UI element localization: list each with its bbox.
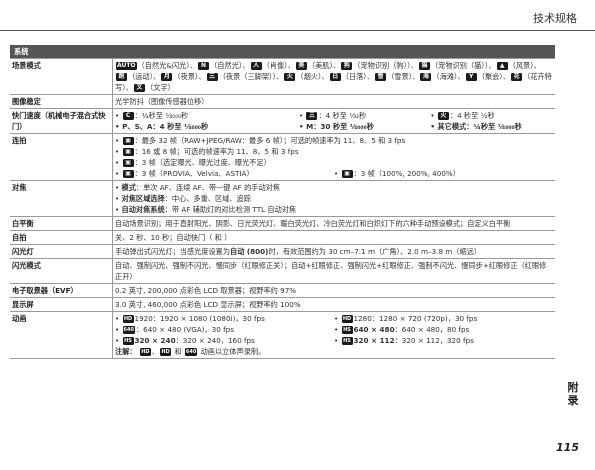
row-shutter: 快门速度（机械电子混合式快门） • C ：¼秒至 ¹⁄₄₀₀₀秒 • 三：4 秒至… xyxy=(10,108,555,134)
row-value: 自动、强制闪光、强制不闪光、慢同步（红眼修正关）；自动+红眼修正、强制闪光+红眼… xyxy=(112,258,555,284)
scene-mode-icon: AUTO xyxy=(116,62,137,70)
fullhd-icon: HD xyxy=(139,348,151,356)
burst-values: • ▣ ：最多 32 帧（RAW+JPEG/RAW：最多 6 帧）；可选的帧速率为… xyxy=(112,133,555,181)
header-rule xyxy=(0,30,595,31)
hd-icon: HD xyxy=(341,315,353,323)
spec-table: 系统 场景模式 AUTO （自然光&闪光）、 N （自然光）、人（肖像）、美（美肌）、… xyxy=(10,45,555,359)
scene-mode-icon: ▲ xyxy=(496,62,508,70)
best-frame-icon: ▣ xyxy=(122,148,134,156)
row-stabilization: 图像稳定 光学防抖（图像传感器位移） xyxy=(10,94,555,109)
row-value: 关、2 秒、10 秒；自动快门（ 和 ） xyxy=(112,230,555,245)
row-label: 自拍 xyxy=(10,230,113,245)
scene-mode-label: （海滩）、 xyxy=(432,72,465,81)
night-tripod-icon: 三 xyxy=(306,112,318,120)
continuous-icon: ▣ xyxy=(122,137,134,145)
scene-mode-label: （夜景）、 xyxy=(173,72,206,81)
row-lcd: 显示屏 3.0 英寸, 460,000 点彩色 LCD 显示屏；视野率约 100… xyxy=(10,297,555,312)
scene-mode-label: （宠物识别（狗））、 xyxy=(353,61,418,70)
scene-mode-icon: 海 xyxy=(420,73,432,81)
scene-mode-icon: 日 xyxy=(329,73,341,81)
scene-mode-label: （运动）、 xyxy=(128,72,161,81)
row-label: 场景模式 xyxy=(10,58,113,95)
scene-mode-icon: 三 xyxy=(206,73,218,81)
flash-value: 手动弹出式闪光灯；当感光度设置为自动 (800)时，有效范围约为 30 cm–7… xyxy=(112,244,555,259)
row-scene: 场景模式 AUTO （自然光&闪光）、 N （自然光）、人（肖像）、美（美肌）、狗（宠… xyxy=(10,58,555,95)
hs-icon: HS xyxy=(341,337,353,345)
scene-mode-label: （夜景（三脚架））、 xyxy=(218,72,284,81)
scene-mode-label: （宠物识别（猫））、 xyxy=(430,61,496,70)
scene-modes: AUTO （自然光&闪光）、 N （自然光）、人（肖像）、美（美肌）、狗（宠物识别（狗… xyxy=(112,58,555,95)
film-bracket-icon: ▣ xyxy=(122,170,134,178)
shutter-values: • C ：¼秒至 ¹⁄₄₀₀₀秒 • 三：4 秒至 ¹⁄₃₂秒 • 火：4 秒至 … xyxy=(112,108,555,134)
row-flash: 闪光灯 手动弹出式闪光灯；当感光度设置为自动 (800)时，有效范围约为 30 … xyxy=(10,244,555,259)
scene-mode-icon: 人 xyxy=(250,62,262,70)
vga-icon: 640 xyxy=(122,326,135,334)
row-label: 电子取景器（EVF） xyxy=(10,283,113,298)
scene-mode-label: （美肌）、 xyxy=(307,61,341,70)
row-label: 显示屏 xyxy=(10,297,113,312)
focus-values: • 模式：单次 AF、连续 AF、带一键 AF 的手动对焦 • 对焦区域选择：中… xyxy=(112,180,555,217)
row-label: 白平衡 xyxy=(10,216,113,231)
row-label: 快门速度（机械电子混合式快门） xyxy=(10,108,113,134)
scene-mode-label: （烟火）、 xyxy=(296,72,329,81)
appendix-tab: 附录 xyxy=(567,381,579,407)
row-burst: 连拍 • ▣ ：最多 32 帧（RAW+JPEG/RAW：最多 6 帧）；可选的帧… xyxy=(10,133,555,181)
row-label: 对焦 xyxy=(10,180,113,217)
hs-icon: HS xyxy=(341,326,353,334)
scene-mode-label: （自然光&闪光）、 xyxy=(137,61,198,70)
row-value: 3.0 英寸, 460,000 点彩色 LCD 显示屏；视野率约 100% xyxy=(112,297,555,312)
row-label: 动画 xyxy=(10,311,113,359)
row-label: 闪光灯 xyxy=(10,244,113,259)
hd-icon: HD xyxy=(160,348,172,356)
scene-mode-icon: Y xyxy=(465,73,477,81)
scene-mode-icon: 月 xyxy=(161,73,173,81)
scene-mode-label: （肖像）、 xyxy=(262,61,295,70)
scene-mode-label: （风景）、 xyxy=(508,61,541,70)
row-value: 光学防抖（图像传感器位移） xyxy=(112,94,555,109)
hs-icon: HS xyxy=(122,337,134,345)
scene-mode-icon: 猫 xyxy=(418,62,430,70)
scene-mode-icon: 狗 xyxy=(341,62,353,70)
scene-mode-icon: 美 xyxy=(295,62,307,70)
row-label: 闪光模式 xyxy=(10,258,113,284)
auto-mode-icon: C xyxy=(122,112,134,120)
scene-mode-icon: 跑 xyxy=(116,73,127,81)
fullhd-icon: HD xyxy=(122,315,134,323)
scene-mode-label: （聚会）、 xyxy=(477,72,511,81)
row-movie: 动画 • HD 1920：1920 × 1080 (1080i)，30 fps •… xyxy=(10,311,555,359)
row-value: 自动场景识别；用于直射阳光、阴影、日光荧光灯、暖白荧光灯、冷白荧光灯和白炽灯下的… xyxy=(112,216,555,231)
row-label: 图像稳定 xyxy=(10,94,113,109)
scene-mode-list: AUTO （自然光&闪光）、 N （自然光）、人（肖像）、美（美肌）、狗（宠物识别（狗… xyxy=(115,60,553,93)
scene-mode-label: （文字） xyxy=(145,83,175,92)
scene-mode-icon: 雪 xyxy=(375,73,387,81)
dynamic-range-bracket-icon: ▣ xyxy=(341,170,353,178)
scene-mode-icon: 文 xyxy=(133,84,145,92)
row-label: 连拍 xyxy=(10,133,113,181)
vga-icon: 640 xyxy=(184,348,198,356)
section-title: 系统 xyxy=(10,45,555,59)
row-focus: 对焦 • 模式：单次 AF、连续 AF、带一键 AF 的手动对焦 • 对焦区域选… xyxy=(10,180,555,217)
page-number: 115 xyxy=(556,441,579,454)
scene-mode-label: （日落）、 xyxy=(341,72,375,81)
row-evf: 电子取景器（EVF） 0.2 英寸, 200,000 点彩色 LCD 取景器；视… xyxy=(10,283,555,298)
row-value: 0.2 英寸, 200,000 点彩色 LCD 取景器；视野率约 97% xyxy=(112,283,555,298)
row-flash-mode: 闪光模式 自动、强制闪光、强制不闪光、慢同步（红眼修正关）；自动+红眼修正、强制… xyxy=(10,258,555,284)
page-header-title: 技术规格 xyxy=(533,12,577,25)
scene-mode-icon: N xyxy=(198,62,210,70)
fireworks-icon: 火 xyxy=(437,112,449,120)
scene-mode-label: （自然光）、 xyxy=(210,61,250,70)
ae-bracket-icon: ▣ xyxy=(122,159,134,167)
movie-values: • HD 1920：1920 × 1080 (1080i)，30 fps • HD… xyxy=(112,311,555,359)
row-white-balance: 白平衡 自动场景识别；用于直射阳光、阴影、日光荧光灯、暖白荧光灯、冷白荧光灯和白… xyxy=(10,216,555,231)
row-self-timer: 自拍 关、2 秒、10 秒；自动快门（ 和 ） xyxy=(10,230,555,245)
scene-mode-icon: 花 xyxy=(511,73,523,81)
scene-mode-icon: 火 xyxy=(284,73,296,81)
scene-mode-label: （雪景）、 xyxy=(387,72,420,81)
